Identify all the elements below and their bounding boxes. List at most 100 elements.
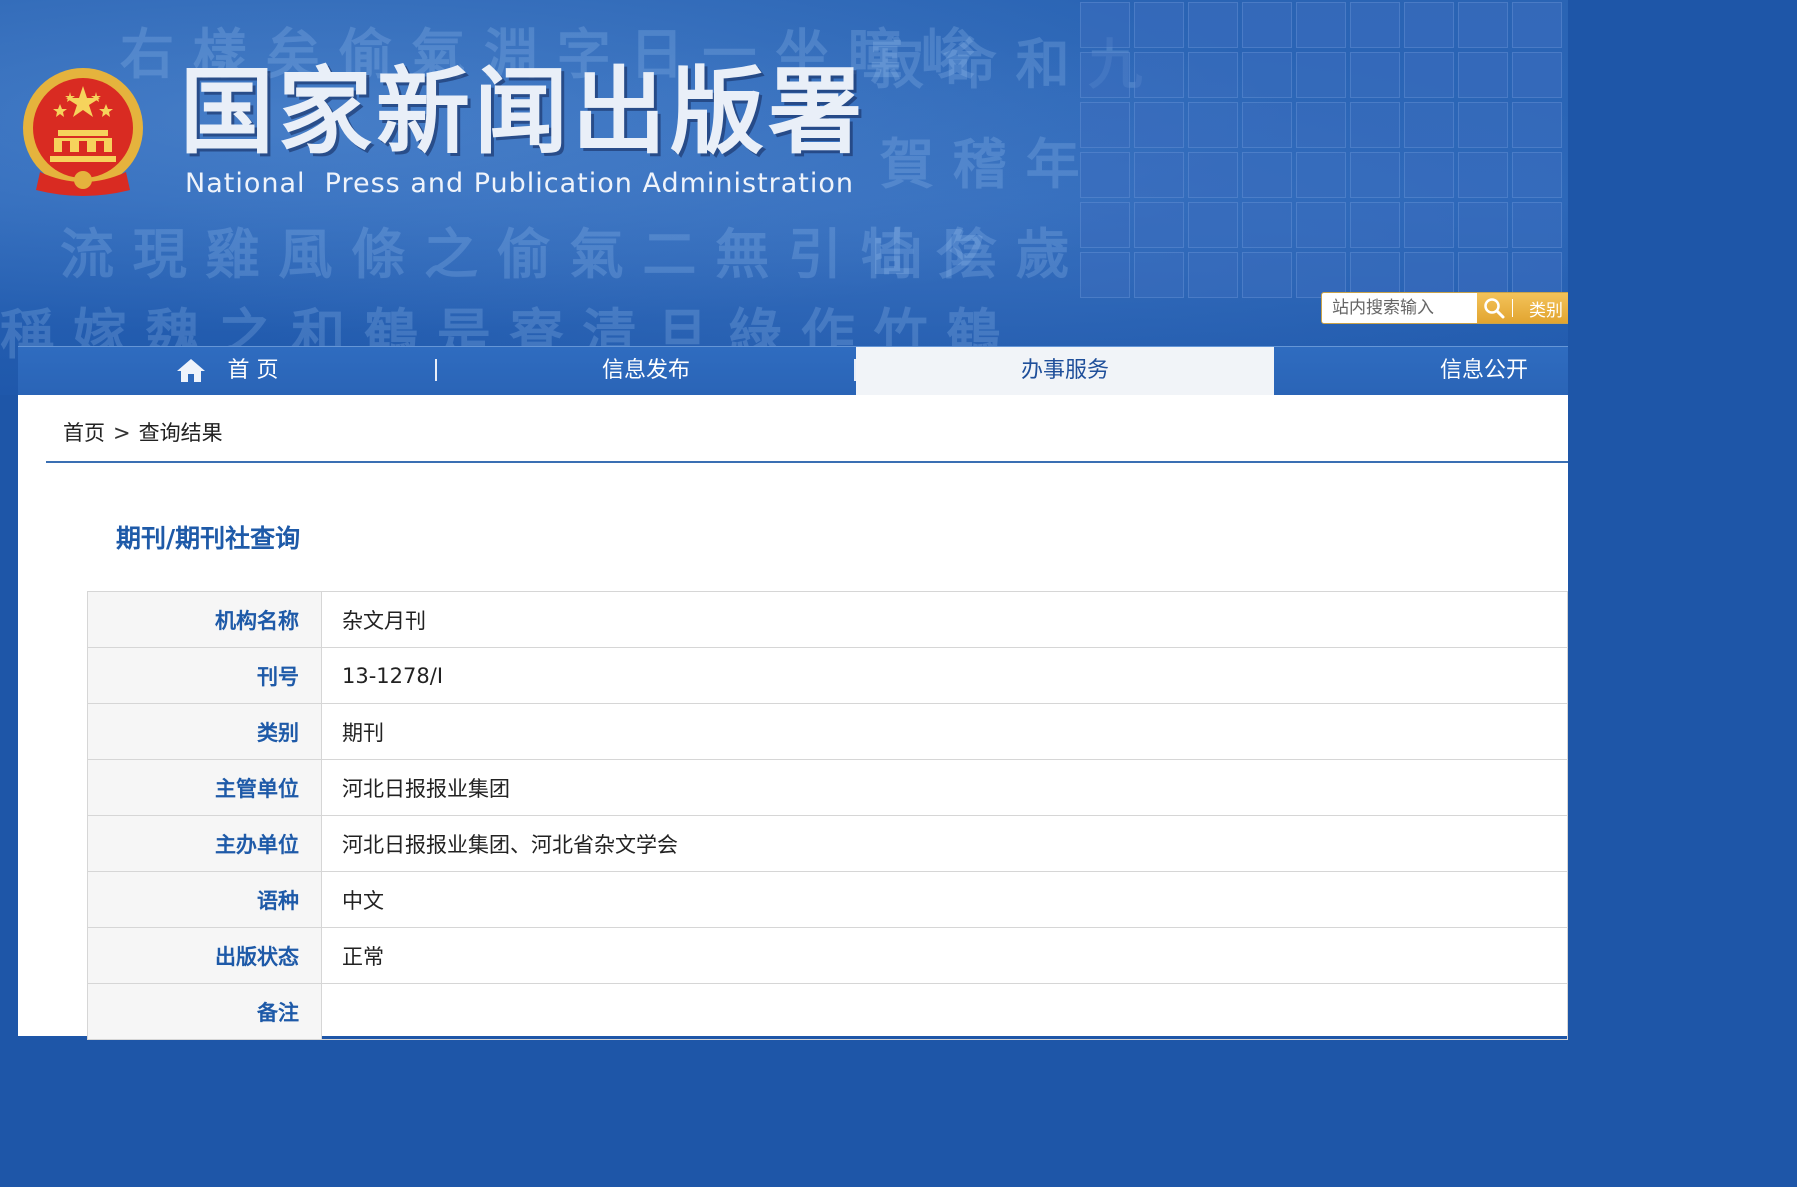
- main-content: 首页 > 查询结果 期刊/期刊社查询 机构名称 杂文月刊 刊号 13-1278/I …: [18, 395, 1568, 1040]
- search-input[interactable]: [1322, 293, 1482, 323]
- background-tile: [1404, 102, 1454, 148]
- breadcrumb-divider: [46, 461, 1568, 463]
- table-row: 类别 期刊: [87, 703, 1568, 760]
- background-tile: [1458, 52, 1508, 98]
- nav-item-home[interactable]: 首 页: [218, 347, 288, 395]
- site-subtitle: National Press and Publication Administr…: [185, 168, 855, 199]
- background-tile: [1242, 52, 1292, 98]
- background-tile: [1080, 102, 1130, 148]
- table-row: 语种 中文: [87, 871, 1568, 928]
- site-search: 类别: [1321, 292, 1568, 324]
- background-tile: [1188, 252, 1238, 298]
- nav-divider: [435, 359, 437, 381]
- field-value: 杂文月刊: [321, 591, 1568, 648]
- field-label: 主办单位: [87, 815, 322, 872]
- search-category-dropdown[interactable]: 类别: [1529, 296, 1563, 321]
- breadcrumb-separator: >: [113, 421, 131, 445]
- background-tile: [1350, 52, 1400, 98]
- table-row: 机构名称 杂文月刊: [87, 591, 1568, 648]
- background-tile: [1350, 202, 1400, 248]
- background-tile: [1188, 202, 1238, 248]
- background-tile: [1188, 52, 1238, 98]
- background-tile: [1080, 152, 1130, 198]
- background-tile: [1296, 52, 1346, 98]
- field-label: 备注: [87, 983, 322, 1040]
- search-button[interactable]: 类别: [1477, 293, 1568, 323]
- background-tile: [1134, 252, 1184, 298]
- breadcrumb: 首页 > 查询结果: [63, 417, 223, 447]
- field-label: 机构名称: [87, 591, 322, 648]
- background-tile: [1512, 52, 1562, 98]
- table-row: 主办单位 河北日报报业集团、河北省杂文学会: [87, 815, 1568, 872]
- background-tile: [1080, 202, 1130, 248]
- background-tile: [1080, 2, 1130, 48]
- nav-item-services[interactable]: 办事服务: [856, 347, 1274, 395]
- background-tile: [1350, 102, 1400, 148]
- home-icon: [177, 359, 205, 382]
- background-tile: [1296, 2, 1346, 48]
- field-value: 中文: [321, 871, 1568, 928]
- background-tile: [1296, 102, 1346, 148]
- background-tile: [1242, 102, 1292, 148]
- background-tile: [1134, 52, 1184, 98]
- field-value: 13-1278/I: [321, 647, 1568, 704]
- search-icon: [1484, 298, 1505, 319]
- background-tile: [1512, 2, 1562, 48]
- record-table: 机构名称 杂文月刊 刊号 13-1278/I 类别 期刊 主管单位 河北日报报业…: [87, 591, 1568, 1040]
- background-tile: [1404, 202, 1454, 248]
- background-tile: [1458, 102, 1508, 148]
- background-tile: [1458, 152, 1508, 198]
- site-title: 国家新闻出版署: [180, 58, 867, 167]
- background-tile: [1242, 252, 1292, 298]
- breadcrumb-home-link[interactable]: 首页: [63, 421, 105, 445]
- background-tile-grid: [1078, 0, 1568, 300]
- background-tile: [1296, 152, 1346, 198]
- background-tile: [1134, 202, 1184, 248]
- background-tile: [1242, 2, 1292, 48]
- background-tile: [1296, 202, 1346, 248]
- section-title: 期刊/期刊社查询: [116, 524, 301, 553]
- background-tile: [1512, 152, 1562, 198]
- field-value: 河北日报报业集团、河北省杂文学会: [321, 815, 1568, 872]
- background-calligraphy: 流 現 雞 風 條 之 偷 氣 二 無 引 犄 夕: [60, 222, 988, 286]
- background-tile: [1458, 202, 1508, 248]
- background-tile: [1350, 2, 1400, 48]
- field-label: 语种: [87, 871, 322, 928]
- background-tile: [1080, 252, 1130, 298]
- search-divider: [1512, 299, 1513, 317]
- background-tile: [1404, 2, 1454, 48]
- background-tile: [1350, 152, 1400, 198]
- nav-item-info-release[interactable]: 信息发布: [438, 347, 854, 395]
- breadcrumb-current: 查询结果: [138, 421, 223, 445]
- table-row: 主管单位 河北日报报业集团: [87, 759, 1568, 816]
- field-label: 出版状态: [87, 927, 322, 984]
- background-calligraphy: 山 陰 歲: [870, 222, 1070, 286]
- background-tile: [1404, 52, 1454, 98]
- background-tile: [1080, 52, 1130, 98]
- field-value: 河北日报报业集团: [321, 759, 1568, 816]
- background-tile: [1404, 152, 1454, 198]
- background-tile: [1512, 202, 1562, 248]
- background-tile: [1512, 102, 1562, 148]
- nav-item-info-disclosure[interactable]: 信息公开: [1274, 347, 1694, 395]
- background-tile: [1242, 202, 1292, 248]
- field-value: 正常: [321, 927, 1568, 984]
- background-tile: [1188, 102, 1238, 148]
- table-row: 备注: [87, 983, 1568, 1040]
- field-label: 类别: [87, 703, 322, 760]
- table-row: 刊号 13-1278/I: [87, 647, 1568, 704]
- field-label: 刊号: [87, 647, 322, 704]
- field-value: 期刊: [321, 703, 1568, 760]
- site-header: 右 樣 矣 偷 氣 淵 字 日 一 坐 瞳 峻 流 現 雞 風 條 之 偷 氣 …: [0, 0, 1568, 395]
- table-row: 出版状态 正常: [87, 927, 1568, 984]
- field-value: [321, 983, 1568, 1040]
- background-tile: [1134, 2, 1184, 48]
- background-tile: [1458, 2, 1508, 48]
- background-calligraphy: 賀 稽 年: [880, 132, 1080, 196]
- background-tile: [1188, 152, 1238, 198]
- background-tile: [1134, 152, 1184, 198]
- background-tile: [1188, 2, 1238, 48]
- background-tile: [1242, 152, 1292, 198]
- national-emblem-icon: [23, 68, 143, 196]
- main-navigation: 首 页 信息发布 办事服务 信息公开: [18, 346, 1568, 396]
